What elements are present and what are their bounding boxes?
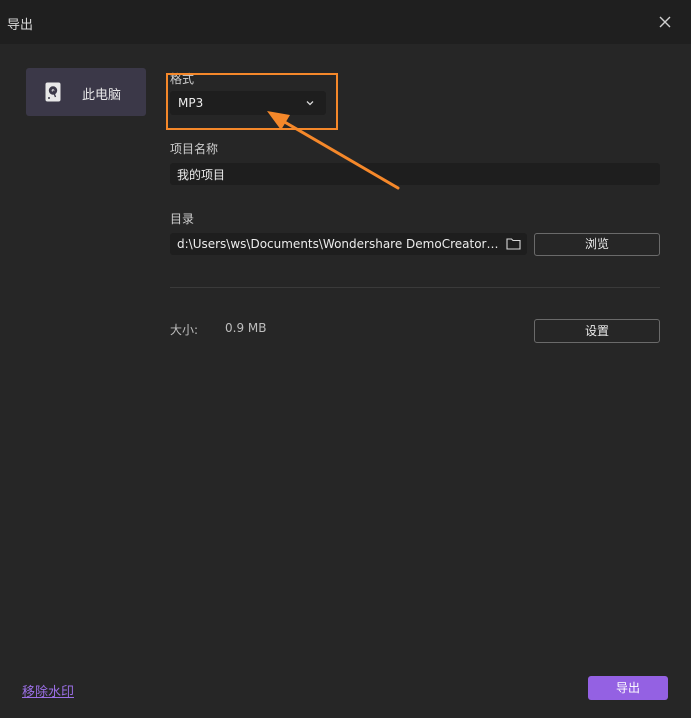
folder-icon[interactable] <box>506 237 521 250</box>
export-button[interactable]: 导出 <box>588 676 668 700</box>
browse-button[interactable]: 浏览 <box>534 233 660 256</box>
directory-label: 目录 <box>170 212 195 226</box>
format-label: 格式 <box>170 72 195 86</box>
export-dialog: 导出 此电脑 格式 MP3 项目名称 目录 d:\Users\ws\Docume… <box>0 0 691 718</box>
hard-drive-icon <box>45 82 61 102</box>
directory-path: d:\Users\ws\Documents\Wondershare DemoCr… <box>177 237 499 251</box>
settings-button[interactable]: 设置 <box>534 319 660 343</box>
sidebar-item-label: 此电脑 <box>82 88 122 103</box>
size-value: 0.9 MB <box>225 321 267 335</box>
title-bar: 导出 <box>0 0 691 44</box>
size-label: 大小: <box>170 323 199 337</box>
format-select-value: MP3 <box>178 96 204 110</box>
dialog-title: 导出 <box>7 18 34 33</box>
project-name-input[interactable] <box>170 163 660 185</box>
directory-input[interactable]: d:\Users\ws\Documents\Wondershare DemoCr… <box>170 233 527 255</box>
chevron-down-icon <box>306 101 314 106</box>
format-select[interactable]: MP3 <box>170 91 326 115</box>
divider <box>170 287 660 288</box>
remove-watermark-link[interactable]: 移除水印 <box>22 681 74 700</box>
sidebar-item-this-pc[interactable]: 此电脑 <box>26 68 146 116</box>
project-name-label: 项目名称 <box>170 142 219 156</box>
close-icon <box>659 16 671 28</box>
close-button[interactable] <box>654 11 676 33</box>
